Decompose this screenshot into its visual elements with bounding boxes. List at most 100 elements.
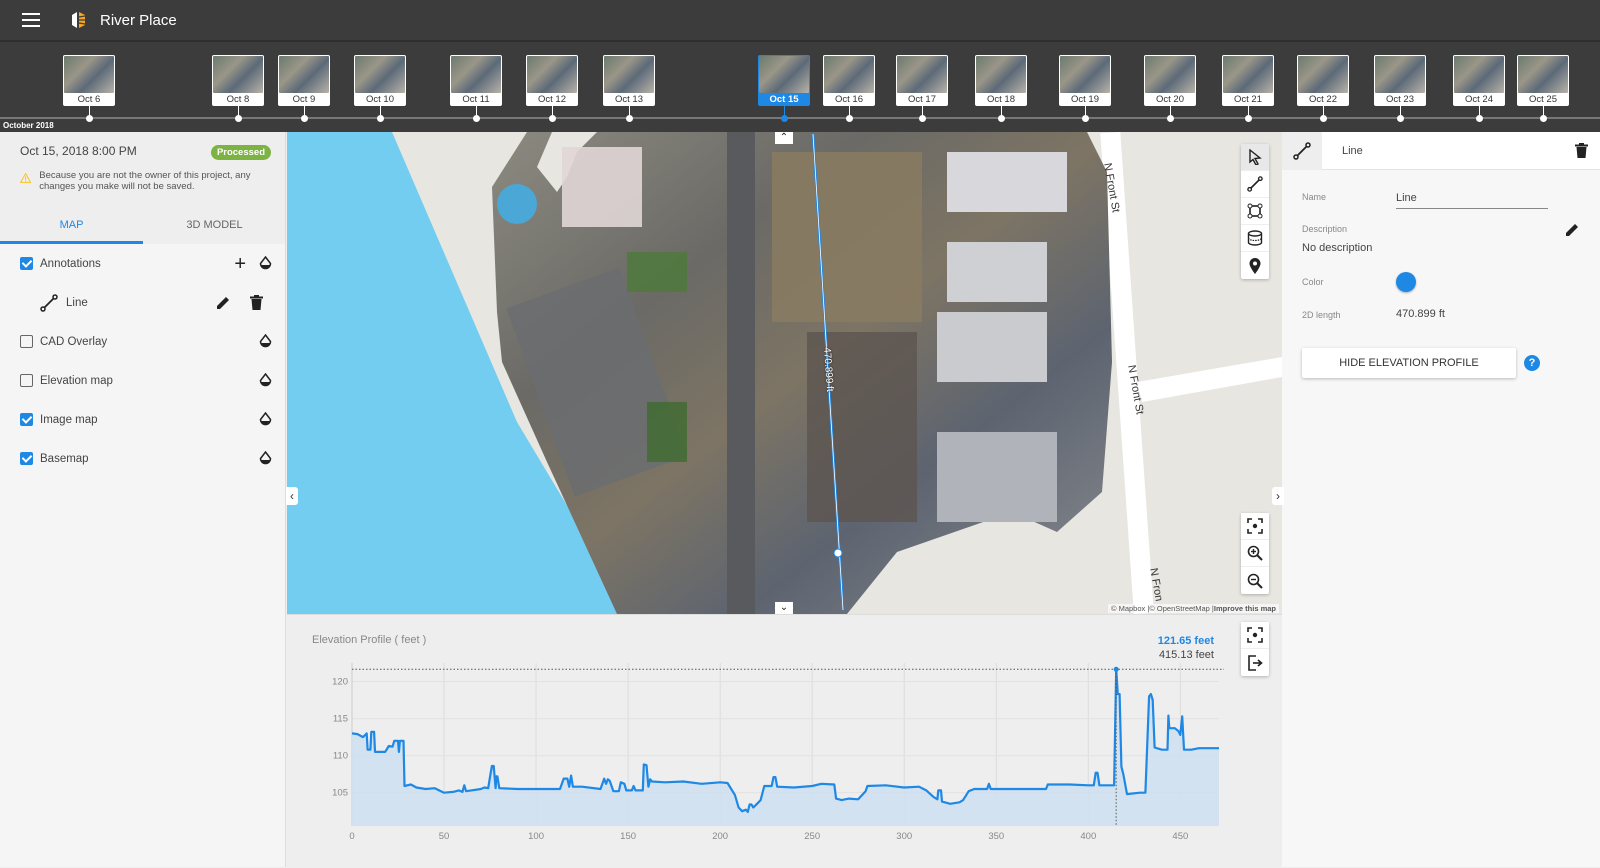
flight-date-label: Oct 19 xyxy=(1071,94,1099,105)
collapse-right-panel-button[interactable]: › xyxy=(1272,487,1284,505)
annotation-item-line[interactable]: Line xyxy=(0,283,285,322)
recenter-icon xyxy=(1247,518,1263,534)
layer-image-map: Image map xyxy=(0,400,285,439)
timeline-thumb[interactable]: Oct 23 xyxy=(1374,55,1426,122)
timeline-thumb[interactable]: Oct 6 xyxy=(63,55,115,122)
timeline-dot xyxy=(997,115,1005,122)
x-tick-label: 200 xyxy=(712,831,728,842)
flight-date-label: Oct 6 xyxy=(77,94,101,105)
layer-list: Annotations + Line CAD Overlay Elevation… xyxy=(0,244,285,478)
zoom-out-button[interactable] xyxy=(1241,567,1269,594)
timeline-thumb[interactable]: Oct 12 xyxy=(526,55,578,122)
timeline-month-label: October 2018 xyxy=(3,121,54,130)
timeline-thumb[interactable]: Oct 13 xyxy=(603,55,655,122)
x-tick-label: 0 xyxy=(349,831,354,842)
improve-map-link[interactable]: Improve this map xyxy=(1214,604,1276,613)
y-tick-label: 110 xyxy=(333,751,348,762)
layer-label: Elevation map xyxy=(40,374,113,387)
opacity-icon[interactable] xyxy=(259,451,272,466)
zoom-out-icon xyxy=(1247,573,1263,589)
flight-thumbnail xyxy=(451,56,501,93)
recenter-button[interactable] xyxy=(1241,513,1269,540)
collapse-left-panel-button[interactable]: ‹ xyxy=(286,487,298,505)
timeline-thumb[interactable]: Oct 10 xyxy=(354,55,406,122)
timeline-dot xyxy=(1166,115,1174,122)
timeline-thumb[interactable]: Oct 15 xyxy=(758,55,810,122)
basemap-checkbox[interactable] xyxy=(20,452,33,465)
timeline-thumb[interactable]: Oct 19 xyxy=(1059,55,1111,122)
zoom-toolbar xyxy=(1241,513,1269,594)
timeline-thumb[interactable]: Oct 18 xyxy=(975,55,1027,122)
hide-elevation-profile-button[interactable]: HIDE ELEVATION PROFILE xyxy=(1302,348,1516,378)
volume-tool-button[interactable] xyxy=(1241,225,1269,252)
name-input[interactable] xyxy=(1396,187,1548,209)
timeline-thumb[interactable]: Oct 24 xyxy=(1453,55,1505,122)
tab-3d-model[interactable]: 3D MODEL xyxy=(143,210,286,244)
flight-thumbnail xyxy=(824,56,874,93)
opacity-icon[interactable] xyxy=(259,373,272,388)
delete-annotation-icon[interactable] xyxy=(1575,143,1588,158)
opacity-icon[interactable] xyxy=(259,256,272,271)
timeline-thumb[interactable]: Oct 25 xyxy=(1517,55,1569,122)
timeline-thumb[interactable]: Oct 17 xyxy=(896,55,948,122)
timeline-thumb[interactable]: Oct 9 xyxy=(278,55,330,122)
zoom-in-button[interactable] xyxy=(1241,540,1269,567)
timeline-dot xyxy=(1319,115,1327,122)
flight-thumbnail xyxy=(279,56,329,93)
timeline-thumb[interactable]: Oct 20 xyxy=(1144,55,1196,122)
timeline-dot xyxy=(1396,115,1404,122)
select-tool-button[interactable] xyxy=(1241,144,1269,171)
marker-tool-button[interactable] xyxy=(1241,252,1269,279)
layer-basemap: Basemap xyxy=(0,439,285,478)
elevation-chart[interactable]: 0 50 100 150 200 250 300 350 400 450 105 110 115 120 xyxy=(287,615,1282,868)
delete-icon[interactable] xyxy=(250,295,263,310)
timeline-thumb[interactable]: Oct 22 xyxy=(1297,55,1349,122)
line-icon xyxy=(1247,176,1263,192)
flight-thumbnail xyxy=(1223,56,1273,93)
x-tick-label: 250 xyxy=(804,831,820,842)
app-logo-icon xyxy=(72,12,86,28)
annotations-checkbox[interactable] xyxy=(20,257,33,270)
flight-thumbnail xyxy=(64,56,114,93)
timeline-thumb[interactable]: Oct 21 xyxy=(1222,55,1274,122)
edit-description-icon[interactable] xyxy=(1565,222,1580,237)
polygon-tool-button[interactable] xyxy=(1241,198,1269,225)
elevation-map-checkbox[interactable] xyxy=(20,374,33,387)
flight-date-label: Oct 15 xyxy=(769,94,799,105)
map-view[interactable]: 470.899 ft N Front St N Front St N Fron … xyxy=(287,132,1282,614)
layer-label: Basemap xyxy=(40,452,89,465)
opacity-icon[interactable] xyxy=(259,334,272,349)
timeline-thumb[interactable]: Oct 11 xyxy=(450,55,502,122)
timeline-dot xyxy=(625,115,633,122)
left-panel: Oct 15, 2018 8:00 PM Processed Because y… xyxy=(0,132,286,867)
recenter-icon xyxy=(1247,627,1263,643)
line-tool-button[interactable] xyxy=(1241,171,1269,198)
timeline-dot xyxy=(1539,115,1547,122)
add-annotation-icon[interactable]: + xyxy=(234,254,246,274)
help-icon[interactable]: ? xyxy=(1524,355,1540,371)
opacity-icon[interactable] xyxy=(259,412,272,427)
timeline-thumb[interactable]: Oct 8 xyxy=(212,55,264,122)
flight-date-label: Oct 21 xyxy=(1234,94,1262,105)
cursor-readout: 121.65 feet 415.13 feet xyxy=(1158,634,1214,662)
line-icon xyxy=(1293,141,1311,160)
color-swatch[interactable] xyxy=(1396,272,1416,292)
export-button[interactable] xyxy=(1241,649,1269,676)
edit-icon[interactable] xyxy=(216,295,231,310)
chart-recenter-button[interactable] xyxy=(1241,622,1269,649)
menu-icon[interactable] xyxy=(22,13,40,27)
annotation-label: Line xyxy=(66,296,88,309)
view-tabs: MAP 3D MODEL xyxy=(0,210,286,244)
collapse-top-button[interactable]: ⌃ xyxy=(775,132,793,144)
image-map-checkbox[interactable] xyxy=(20,413,33,426)
timeline-dot xyxy=(548,115,556,122)
expand-bottom-button[interactable]: ⌄ xyxy=(775,602,793,614)
tab-map[interactable]: MAP xyxy=(0,210,143,244)
flight-date-label: Oct 18 xyxy=(987,94,1015,105)
cad-overlay-checkbox[interactable] xyxy=(20,335,33,348)
flight-date-label: Oct 22 xyxy=(1309,94,1337,105)
flight-date-label: Oct 16 xyxy=(835,94,863,105)
description-label: Description xyxy=(1302,224,1348,234)
timeline-thumb[interactable]: Oct 16 xyxy=(823,55,875,122)
attribution-text: © Mapbox |© OpenStreetMap | xyxy=(1110,604,1214,613)
